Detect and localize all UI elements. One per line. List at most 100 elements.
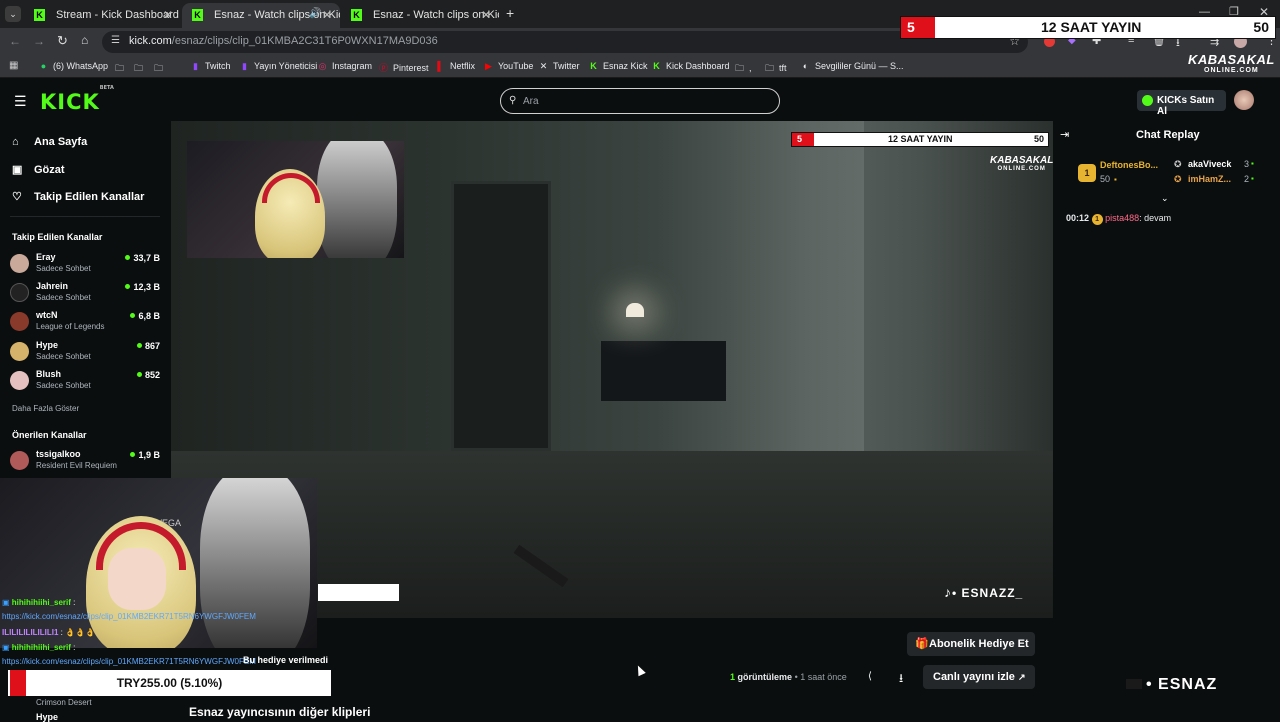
leader-name[interactable]: akaViveck <box>1188 159 1231 169</box>
message-user[interactable]: pista488 <box>1105 213 1139 223</box>
bookmark-twitter[interactable]: ✕ Twitter <box>538 61 580 72</box>
donation-progress-fill <box>10 670 26 696</box>
timer-right-count: 50 <box>1253 19 1269 35</box>
sidebar-channel-eray[interactable]: Eray Sadece Sohbet 33,7 B <box>10 251 160 279</box>
views-label: görüntüleme <box>737 672 793 682</box>
collapse-chat-icon[interactable]: ⇥ <box>1060 128 1069 141</box>
close-tab-icon[interactable]: ✕ <box>322 8 332 22</box>
views-count: 1 <box>730 672 736 682</box>
avatar <box>10 312 29 331</box>
bookmark-youtube[interactable]: ▶ YouTube <box>483 61 533 72</box>
avatar <box>10 371 29 390</box>
home-icon[interactable]: ⌂ <box>81 33 88 47</box>
kick-favicon-icon: K <box>192 9 203 21</box>
x-logo-icon: ✕ <box>539 61 548 71</box>
forward-icon[interactable]: → <box>33 34 45 48</box>
verified-badge-icon: ▣ <box>2 598 10 607</box>
new-tab-button[interactable]: + <box>506 5 514 21</box>
bookmark-pinterest[interactable]: ⓟ Pinterest <box>378 61 429 74</box>
sidebar-channel-hype[interactable]: Hype Sadece Sohbet 867 <box>10 339 160 367</box>
bookmark-sevgililer-gunu[interactable]: ◐ Sevgililer Günü — S... <box>800 61 904 71</box>
nav-browse[interactable]: ▣ Gözat <box>12 163 65 176</box>
clip-age: • 1 saat önce <box>794 672 847 682</box>
share-icon[interactable]: ⟨ <box>868 671 872 682</box>
url-path: /esnaz/clips/clip_01KMBA2C31T6P0WXN17MA9… <box>171 35 438 47</box>
bookmark-instagram[interactable]: ◎ Instagram <box>317 61 372 72</box>
sidebar-divider <box>10 216 160 217</box>
search-input[interactable]: ⚲ Ara <box>500 88 780 114</box>
bookmark-twitch[interactable]: ▮ Twitch <box>190 61 231 72</box>
show-more-link[interactable]: Daha Fazla Göster <box>12 404 79 413</box>
chat-replay-title: Chat Replay <box>1136 129 1200 141</box>
bookmark-folder[interactable]: 🗀, <box>734 61 752 77</box>
tab-search-button[interactable]: ⌄ <box>5 6 21 22</box>
kick-favicon-icon: K <box>34 9 45 21</box>
external-link-icon: ↗ <box>1017 672 1026 682</box>
twitch-icon: ▮ <box>242 61 247 71</box>
buy-kicks-button[interactable]: KICKs Satın Al <box>1137 90 1226 117</box>
overlay-bottom-partial: Hype <box>36 712 59 722</box>
apps-grid-icon[interactable]: ▦ <box>9 60 18 71</box>
bookmark-yayin-yoneticisi[interactable]: ▮ Yayın Yöneticisi <box>239 61 317 72</box>
gift-icon: ▪ <box>1251 159 1254 168</box>
kick-logo[interactable]: KICKBETA <box>40 85 114 114</box>
chair-back <box>200 478 310 648</box>
download-icon[interactable]: ⭳ <box>899 669 903 690</box>
donation-goal-bar: TRY255.00 (5.10%) <box>8 670 331 696</box>
sidebar-channel-jahrein[interactable]: Jahrein Sadece Sohbet 12,3 B <box>10 280 160 308</box>
overlay-chat-line: ILILILILILILILI1 : 👌👌👌 <box>2 628 95 637</box>
sidebar-channel-tssigalkoo[interactable]: tssigalkoo Resident Evil Requiem 1,9 B <box>10 448 160 476</box>
sidebar-channel-wtcn[interactable]: wtcN League of Legends 6,8 B <box>10 309 160 337</box>
tab-esnaz-clip[interactable]: K Esnaz - Watch clips on Kick ✕ <box>341 3 499 28</box>
recommended-channels-heading: Önerilen Kanallar <box>12 430 87 440</box>
avatar <box>10 254 29 273</box>
watch-live-button[interactable]: Canlı yayını izle ↗ <box>923 665 1035 689</box>
tab-esnaz-clip-active[interactable]: K Esnaz - Watch clips on Kick 🔊 ✕ <box>182 3 340 28</box>
bookmark-netflix[interactable]: ▌ Netflix <box>435 61 475 71</box>
back-icon[interactable]: ← <box>9 34 21 48</box>
bookmark-folder[interactable]: 🗀 <box>153 61 168 77</box>
bookmark-kick-dashboard[interactable]: K Kick Dashboard <box>651 61 729 71</box>
netflix-icon: ▌ <box>437 61 444 71</box>
sidebar-channel-blush[interactable]: Blush Sadece Sohbet 852 <box>10 368 160 396</box>
close-tab-icon[interactable]: ✕ <box>163 8 173 22</box>
facecam-overlay: VEGA <box>0 478 317 648</box>
expand-leaderboard-icon[interactable]: ⌄ <box>1161 193 1169 204</box>
nav-home[interactable]: ⌂ Ana Sayfa <box>12 136 87 148</box>
overlay-brand-watermark: • ESNAZ <box>1126 676 1217 694</box>
gift-icon: ▪ <box>1251 174 1254 183</box>
leader-count: 50 <box>1100 174 1111 184</box>
user-avatar[interactable] <box>1234 90 1254 110</box>
bookmark-folder[interactable]: 🗀 <box>133 61 148 77</box>
gift-subscription-button[interactable]: 🎁 Abonelik Hediye Et <box>907 632 1035 656</box>
tab-kick-dashboard[interactable]: K Stream - Kick Dashboard ✕ <box>24 3 181 28</box>
leader-name[interactable]: DeftonesBo... <box>1100 160 1158 170</box>
rank-icon: ✪ <box>1174 174 1182 184</box>
bookmark-tft[interactable]: 🗀 tft <box>764 61 787 77</box>
avatar <box>10 451 29 470</box>
verified-badge-icon: ▣ <box>2 643 10 652</box>
logo-mark-icon <box>1126 679 1142 689</box>
stream-timer-overlay: 5 12 SAAT YAYIN 50 <box>900 16 1276 39</box>
site-info-icon[interactable]: ☰ <box>111 35 120 46</box>
bookmark-esnaz-kick[interactable]: K Esnaz Kick <box>588 61 647 71</box>
folder-icon: 🗀 <box>133 63 143 73</box>
audio-playing-icon[interactable]: 🔊 <box>309 8 321 19</box>
folder-icon: 🗀 <box>764 63 774 73</box>
folder-icon: 🗀 <box>153 63 163 73</box>
bookmark-whatsapp[interactable]: ● (6) WhatsApp <box>38 61 108 71</box>
close-tab-icon[interactable]: ✕ <box>481 8 491 22</box>
leader-name[interactable]: imHamZ... <box>1188 174 1231 184</box>
donation-goal-text: TRY255.00 (5.10%) <box>116 676 223 690</box>
url-host: kick.com <box>129 35 172 47</box>
nav-following[interactable]: ♡ Takip Edilen Kanallar <box>12 190 144 203</box>
reload-icon[interactable]: ↻ <box>57 33 68 49</box>
avatar <box>10 342 29 361</box>
rank-icon: ✪ <box>1174 159 1182 169</box>
bookmark-folder[interactable]: 🗀 <box>114 61 129 77</box>
hamburger-menu-icon[interactable]: ☰ <box>14 93 27 110</box>
address-bar[interactable]: ☰ kick.com/esnaz/clips/clip_01KMBA2C31T6… <box>102 31 1028 53</box>
scene-door <box>451 181 551 451</box>
bookmarks-bar: ▦ ● (6) WhatsApp 🗀 🗀 🗀 ▮ Twitch ▮ Yayın Yön… <box>0 56 1280 78</box>
facecam-in-video <box>187 141 404 258</box>
